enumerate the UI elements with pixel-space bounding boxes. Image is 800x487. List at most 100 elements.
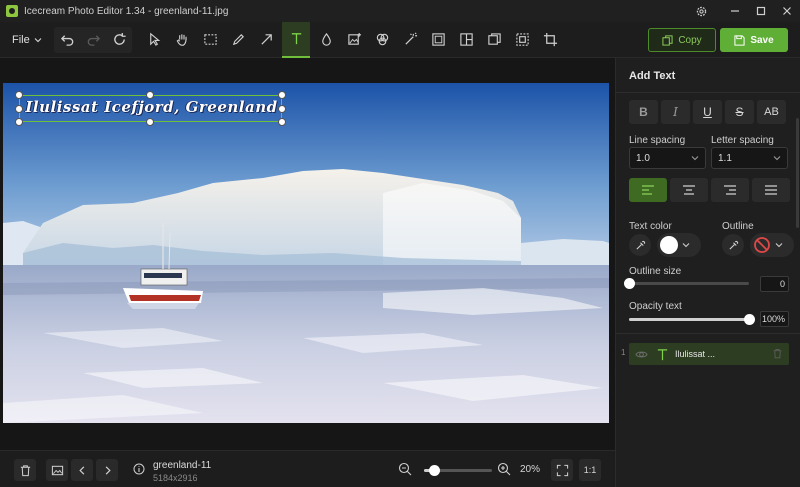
zoom-slider[interactable] bbox=[424, 465, 492, 476]
outline-color-dropdown[interactable] bbox=[750, 233, 794, 257]
blur-tool[interactable] bbox=[314, 22, 338, 58]
resize-handle-top-right[interactable] bbox=[278, 91, 286, 99]
resize-handle-right[interactable] bbox=[278, 105, 286, 113]
photo-iceberg-greenland[interactable] bbox=[3, 83, 609, 423]
resize-handle-left[interactable] bbox=[15, 105, 23, 113]
uppercase-label: AB bbox=[764, 106, 779, 118]
file-menu[interactable]: File bbox=[12, 34, 46, 46]
underline-button[interactable]: U bbox=[693, 100, 722, 124]
strikethrough-label: S bbox=[735, 105, 744, 119]
magic-tool[interactable] bbox=[398, 22, 422, 58]
panel-scrollbar[interactable] bbox=[796, 118, 799, 228]
filters-tool[interactable] bbox=[370, 22, 394, 58]
open-image-button[interactable] bbox=[46, 459, 68, 481]
alignment-buttons bbox=[629, 178, 790, 202]
outline-size-slider[interactable] bbox=[624, 278, 749, 289]
zoom-in-icon bbox=[497, 462, 511, 476]
zoom-in-button[interactable] bbox=[497, 462, 511, 479]
uppercase-button[interactable]: AB bbox=[757, 100, 786, 124]
panel-divider bbox=[616, 92, 800, 93]
draw-tool[interactable] bbox=[226, 22, 250, 58]
align-left-button[interactable] bbox=[629, 178, 667, 202]
canvas-area[interactable]: Ilulissat Icefjord, Greenland bbox=[0, 58, 615, 450]
strikethrough-button[interactable]: S bbox=[725, 100, 754, 124]
opacity-slider[interactable] bbox=[629, 314, 755, 325]
overlay-tool[interactable] bbox=[482, 22, 506, 58]
actual-size-label: 1:1 bbox=[583, 465, 597, 475]
outline-size-knob[interactable] bbox=[624, 278, 635, 289]
text-color-dropdown[interactable] bbox=[657, 233, 701, 257]
file-name: greenland-11 bbox=[153, 460, 212, 471]
resize-handle-bottom-right[interactable] bbox=[278, 118, 286, 126]
text-layer-item[interactable]: Ilulissat ... bbox=[629, 343, 789, 365]
outline-size-input[interactable]: 0 bbox=[760, 276, 789, 292]
text-t-icon bbox=[657, 348, 668, 360]
italic-button[interactable]: I bbox=[661, 100, 690, 124]
frame-tool[interactable] bbox=[426, 22, 450, 58]
resize-icon bbox=[515, 33, 529, 46]
outline-color-picker-button[interactable] bbox=[722, 234, 744, 256]
pencil-icon bbox=[232, 34, 244, 46]
resize-handle-top[interactable] bbox=[146, 91, 154, 99]
outline-size-value: 0 bbox=[779, 279, 785, 289]
resize-tool[interactable] bbox=[510, 22, 534, 58]
hand-tool[interactable] bbox=[170, 22, 194, 58]
panel-title: Add Text bbox=[629, 70, 676, 82]
letter-spacing-select[interactable]: 1.1 bbox=[711, 147, 788, 169]
align-center-button[interactable] bbox=[670, 178, 708, 202]
minimize-icon[interactable] bbox=[722, 0, 748, 22]
layers-divider bbox=[616, 333, 800, 334]
redo-button[interactable] bbox=[81, 28, 105, 52]
opacity-knob[interactable] bbox=[744, 314, 755, 325]
info-icon[interactable] bbox=[133, 463, 145, 475]
text-color-label: Text color bbox=[629, 221, 672, 232]
zoom-slider-knob[interactable] bbox=[429, 465, 441, 476]
fit-screen-icon bbox=[556, 464, 568, 476]
text-color-picker-button[interactable] bbox=[629, 234, 651, 256]
collage-tool[interactable] bbox=[454, 22, 478, 58]
arrow-tool[interactable] bbox=[254, 22, 278, 58]
text-tool[interactable] bbox=[282, 21, 310, 58]
opacity-input[interactable]: 100% bbox=[760, 311, 789, 327]
previous-image-button[interactable] bbox=[71, 459, 93, 481]
resize-handle-bottom[interactable] bbox=[146, 118, 154, 126]
settings-icon[interactable] bbox=[686, 0, 716, 22]
file-dimensions: 5184x2916 bbox=[153, 473, 198, 483]
align-right-button[interactable] bbox=[711, 178, 749, 202]
resize-handle-bottom-left[interactable] bbox=[15, 118, 23, 126]
eye-icon[interactable] bbox=[635, 348, 648, 361]
refresh-icon bbox=[113, 32, 126, 45]
cursor-arrow-icon bbox=[149, 32, 160, 46]
resize-handle-top-left[interactable] bbox=[15, 91, 23, 99]
fit-screen-button[interactable] bbox=[551, 459, 573, 481]
close-icon[interactable] bbox=[774, 0, 800, 22]
zoom-out-button[interactable] bbox=[398, 462, 412, 479]
reset-button[interactable] bbox=[107, 28, 131, 52]
trash-icon[interactable] bbox=[772, 348, 783, 359]
underline-label: U bbox=[703, 105, 712, 119]
hand-icon bbox=[176, 34, 187, 46]
maximize-icon[interactable] bbox=[748, 0, 774, 22]
bold-button[interactable]: B bbox=[629, 100, 658, 124]
line-spacing-select[interactable]: 1.0 bbox=[629, 147, 706, 169]
save-label: Save bbox=[750, 34, 774, 46]
line-spacing-label: Line spacing bbox=[629, 135, 686, 146]
marquee-tool[interactable] bbox=[198, 22, 222, 58]
tool-strip bbox=[142, 21, 562, 58]
crop-tool[interactable] bbox=[538, 22, 562, 58]
copy-button[interactable]: Copy bbox=[648, 28, 716, 52]
select-tool[interactable] bbox=[142, 22, 166, 58]
crop-icon bbox=[543, 32, 557, 47]
chevron-down-icon bbox=[691, 156, 699, 161]
delete-image-button[interactable] bbox=[14, 459, 36, 481]
text-color-control bbox=[629, 233, 701, 257]
undo-button[interactable] bbox=[55, 28, 79, 52]
actual-size-button[interactable]: 1:1 bbox=[579, 459, 601, 481]
next-image-button[interactable] bbox=[96, 459, 118, 481]
align-justify-button[interactable] bbox=[752, 178, 790, 202]
add-image-tool[interactable] bbox=[342, 22, 366, 58]
align-justify-icon bbox=[765, 185, 777, 195]
save-button[interactable]: Save bbox=[720, 28, 788, 52]
dashed-rectangle-icon bbox=[203, 34, 217, 45]
app-logo-icon bbox=[6, 5, 18, 17]
